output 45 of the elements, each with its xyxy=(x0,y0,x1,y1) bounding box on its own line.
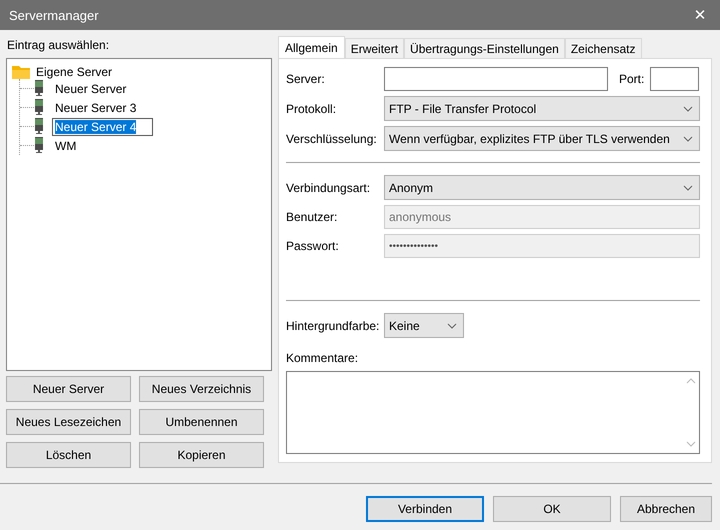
field-label: Passwort: xyxy=(286,239,340,253)
tree-button[interactable]: Neues Lesezeichen xyxy=(6,409,131,435)
logon-type-dropdown[interactable]: Anonym xyxy=(384,175,700,200)
server-icon xyxy=(34,80,44,97)
dialog-button[interactable]: Abbrechen xyxy=(620,496,712,522)
tree-button[interactable]: Umbenennen xyxy=(139,409,264,435)
tree-item[interactable]: WM xyxy=(52,136,80,154)
server-icon xyxy=(34,118,44,135)
port-field[interactable] xyxy=(650,67,700,91)
dialog-button[interactable]: Verbinden xyxy=(366,496,484,522)
field-label: Verbindungsart: xyxy=(286,180,372,194)
field-label: Verschlüsselung: xyxy=(286,132,378,146)
tab[interactable]: Zeichensatz xyxy=(564,38,642,58)
tab[interactable]: Erweitert xyxy=(344,38,404,58)
field-label: Kommentare: xyxy=(286,351,360,365)
server-field[interactable] xyxy=(384,67,608,91)
field-label: Port: xyxy=(619,72,644,86)
tree-item[interactable]: Neuer Server 4 xyxy=(52,118,154,136)
encryption-dropdown[interactable]: Wenn verfügbar, explizites FTP über TLS verwenden xyxy=(384,126,700,151)
close-button[interactable]: ✕ xyxy=(680,0,720,30)
field-label: Protokoll: xyxy=(286,102,338,116)
tree-button[interactable]: Neuer Server xyxy=(6,376,131,402)
window-title: Servermanager xyxy=(9,8,99,22)
tree-item[interactable]: Neuer Server xyxy=(52,80,130,98)
server-icon xyxy=(34,99,44,116)
tree-item[interactable]: Eigene Server xyxy=(11,62,267,81)
tree-button[interactable]: Löschen xyxy=(6,442,131,468)
entry-label: Eintrag auswählen: xyxy=(7,38,110,52)
server-icon xyxy=(34,137,44,154)
tree-item[interactable]: Neuer Server 3 xyxy=(52,98,140,116)
field-label: Benutzer: xyxy=(286,210,338,224)
protocol-dropdown[interactable]: FTP - File Transfer Protocol xyxy=(384,96,700,121)
color-dropdown[interactable]: Keine xyxy=(384,313,464,338)
chevron-icon xyxy=(683,136,693,142)
field-label: Server: xyxy=(286,72,326,86)
tree-button[interactable]: Neues Verzeichnis xyxy=(139,376,264,402)
tab[interactable]: Übertragungs-Einstellungen xyxy=(404,38,565,58)
chevron-icon xyxy=(683,106,693,112)
chevron-icon xyxy=(683,184,693,190)
tree-button[interactable]: Kopieren xyxy=(139,442,264,468)
field-label: Hintergrundfarbe: xyxy=(286,318,380,332)
folder-icon xyxy=(12,64,30,78)
chevron-icon xyxy=(447,322,457,328)
dialog-button[interactable]: OK xyxy=(493,496,611,522)
tab[interactable]: Allgemein xyxy=(278,36,345,58)
